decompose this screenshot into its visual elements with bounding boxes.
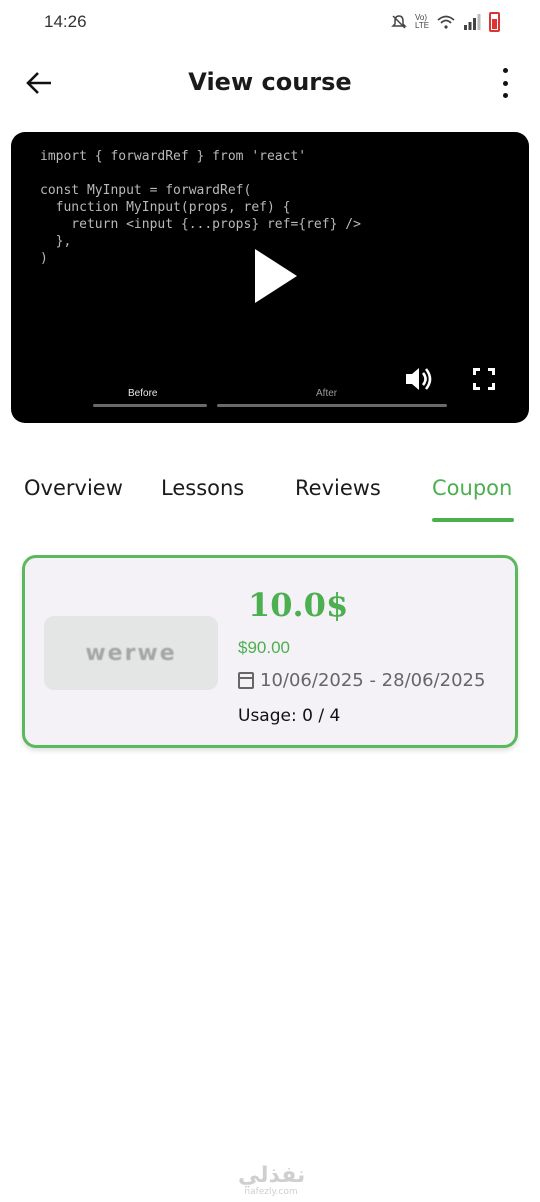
- tab-overview[interactable]: Overview: [24, 476, 123, 500]
- code-line: ): [40, 251, 48, 266]
- calendar-icon: [238, 672, 254, 689]
- tab-reviews[interactable]: Reviews: [295, 476, 381, 500]
- app-bar: View course: [0, 56, 540, 112]
- coupon-price: $90.00: [238, 638, 290, 657]
- course-tabs: Overview Lessons Reviews Coupon: [0, 468, 540, 524]
- video-code-frame: import { forwardRef } from 'react' const…: [40, 148, 361, 267]
- mute-icon: [391, 15, 407, 29]
- progress-segment-before[interactable]: [93, 404, 207, 407]
- code-line: import { forwardRef } from 'react': [40, 149, 307, 164]
- segment-before-label: Before: [128, 388, 158, 399]
- volume-icon[interactable]: [404, 365, 434, 393]
- more-vertical-icon: [502, 68, 508, 73]
- more-options-button[interactable]: [498, 68, 512, 98]
- code-line: return <input {...props} ref={ref} />: [40, 217, 361, 232]
- code-line: const MyInput = forwardRef(: [40, 183, 252, 198]
- video-player[interactable]: import { forwardRef } from 'react' const…: [11, 132, 529, 423]
- coupon-date-range: 10/06/2025 - 28/06/2025: [260, 670, 486, 691]
- status-icons: Vo) LTE: [391, 12, 500, 32]
- signal-icon: [464, 14, 481, 30]
- coupon-card[interactable]: werwe 10.0$ $90.00 10/06/2025 - 28/06/20…: [22, 555, 518, 748]
- coupon-discount: 10.0$: [248, 586, 349, 624]
- progress-segment-after[interactable]: [217, 404, 447, 407]
- tab-indicator: [432, 518, 514, 522]
- play-icon[interactable]: [255, 249, 297, 303]
- tab-coupon[interactable]: Coupon: [432, 476, 512, 500]
- status-bar: 14:26 Vo) LTE: [0, 0, 540, 44]
- watermark-logo: نفذلي nafezly.com: [238, 1163, 306, 1198]
- watermark-url: nafezly.com: [244, 1187, 298, 1197]
- page-title: View course: [188, 68, 352, 96]
- watermark-arabic: نفذلي: [238, 1163, 306, 1188]
- wifi-icon: [437, 15, 455, 29]
- code-line: function MyInput(props, ref) {: [40, 200, 291, 215]
- status-time: 14:26: [44, 12, 87, 31]
- segment-after-label: After: [316, 388, 338, 399]
- coupon-image-text: werwe: [85, 640, 177, 666]
- fullscreen-icon[interactable]: [473, 368, 495, 390]
- code-line: },: [40, 234, 72, 249]
- coupon-image: werwe: [44, 616, 218, 690]
- coupon-usage: Usage: 0 / 4: [238, 706, 341, 726]
- coupon-dates: 10/06/2025 - 28/06/2025: [238, 670, 485, 691]
- network-label: Vo) LTE: [415, 13, 430, 30]
- battery-icon: [489, 12, 500, 32]
- tab-lessons[interactable]: Lessons: [161, 476, 244, 500]
